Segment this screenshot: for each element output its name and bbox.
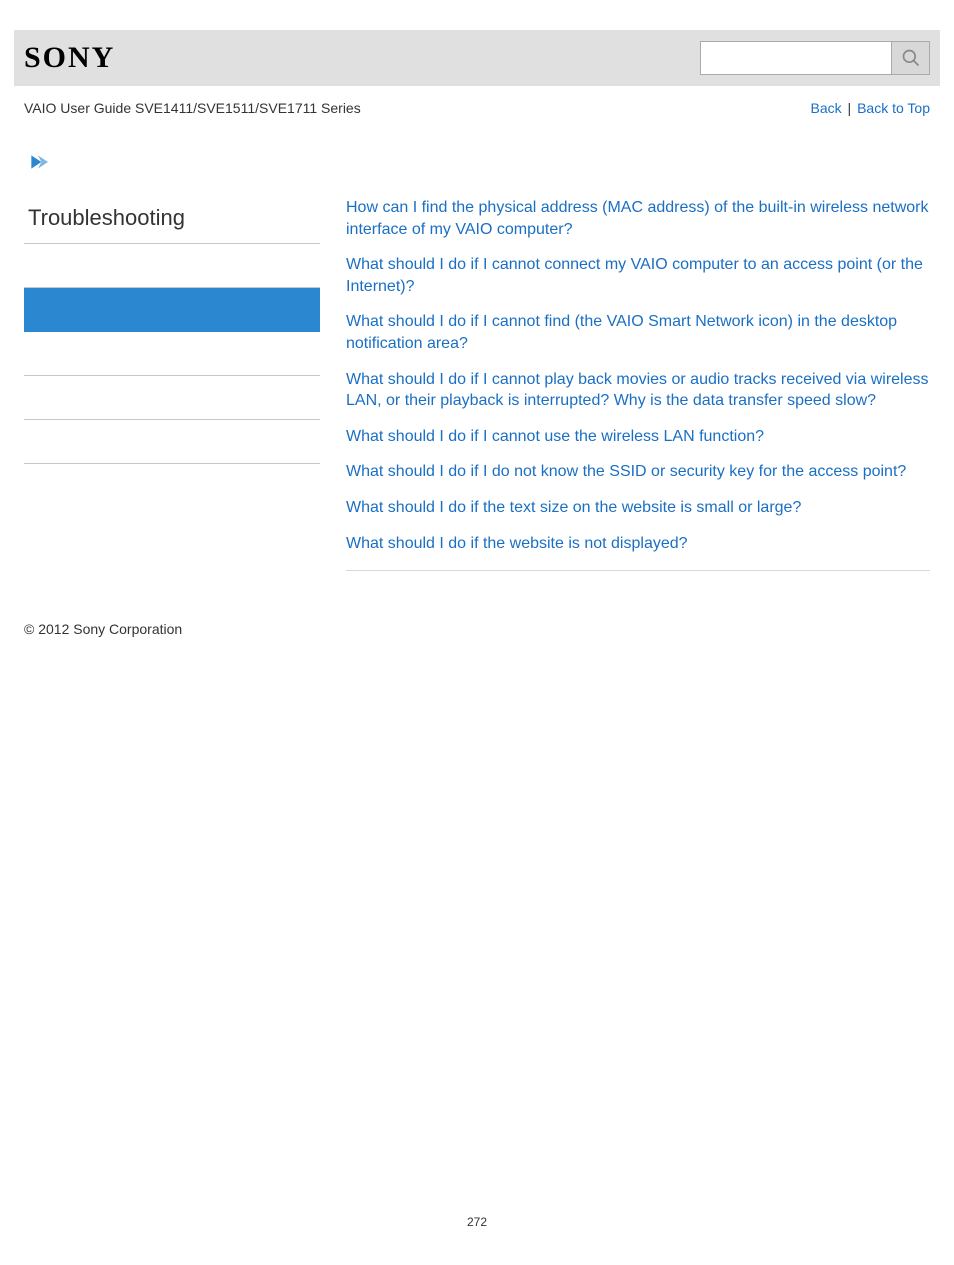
sony-logo: SONY (24, 41, 115, 75)
guide-title: VAIO User Guide SVE1411/SVE1511/SVE1711 … (24, 100, 361, 116)
sidebar-item[interactable] (24, 376, 320, 420)
sidebar: Troubleshooting (24, 195, 320, 571)
footer: © 2012 Sony Corporation (0, 571, 954, 637)
magnifier-icon (901, 48, 921, 68)
page-number: 272 (0, 1215, 954, 1229)
subheader: VAIO User Guide SVE1411/SVE1511/SVE1711 … (0, 86, 954, 116)
search-input[interactable] (701, 42, 891, 74)
faq-link[interactable]: What should I do if the website is not d… (346, 533, 930, 555)
content-divider (346, 570, 930, 571)
faq-link[interactable]: What should I do if I do not know the SS… (346, 461, 930, 483)
top-links: Back | Back to Top (811, 100, 930, 116)
back-link[interactable]: Back (811, 100, 842, 116)
faq-link[interactable]: What should I do if I cannot play back m… (346, 369, 930, 412)
search-box (700, 41, 930, 75)
faq-link[interactable]: What should I do if the text size on the… (346, 497, 930, 519)
content-area: Troubleshooting How can I find the physi… (0, 195, 954, 571)
main-content: How can I find the physical address (MAC… (320, 195, 930, 571)
sidebar-heading: Troubleshooting (24, 195, 320, 244)
breadcrumb-arrow[interactable] (28, 152, 954, 177)
sidebar-item-selected[interactable] (24, 288, 320, 332)
faq-link[interactable]: What should I do if I cannot use the wir… (346, 426, 930, 448)
faq-link[interactable]: What should I do if I cannot find (the V… (346, 311, 930, 354)
header-bar: SONY (14, 30, 940, 86)
chevron-right-icon (28, 152, 48, 172)
sidebar-item[interactable] (24, 244, 320, 288)
copyright-text: © 2012 Sony Corporation (24, 621, 182, 637)
faq-link[interactable]: How can I find the physical address (MAC… (346, 197, 930, 240)
sidebar-item[interactable] (24, 420, 320, 464)
sidebar-item[interactable] (24, 332, 320, 376)
faq-link[interactable]: What should I do if I cannot connect my … (346, 254, 930, 297)
link-separator: | (844, 100, 855, 116)
back-to-top-link[interactable]: Back to Top (857, 100, 930, 116)
search-button[interactable] (891, 42, 929, 74)
